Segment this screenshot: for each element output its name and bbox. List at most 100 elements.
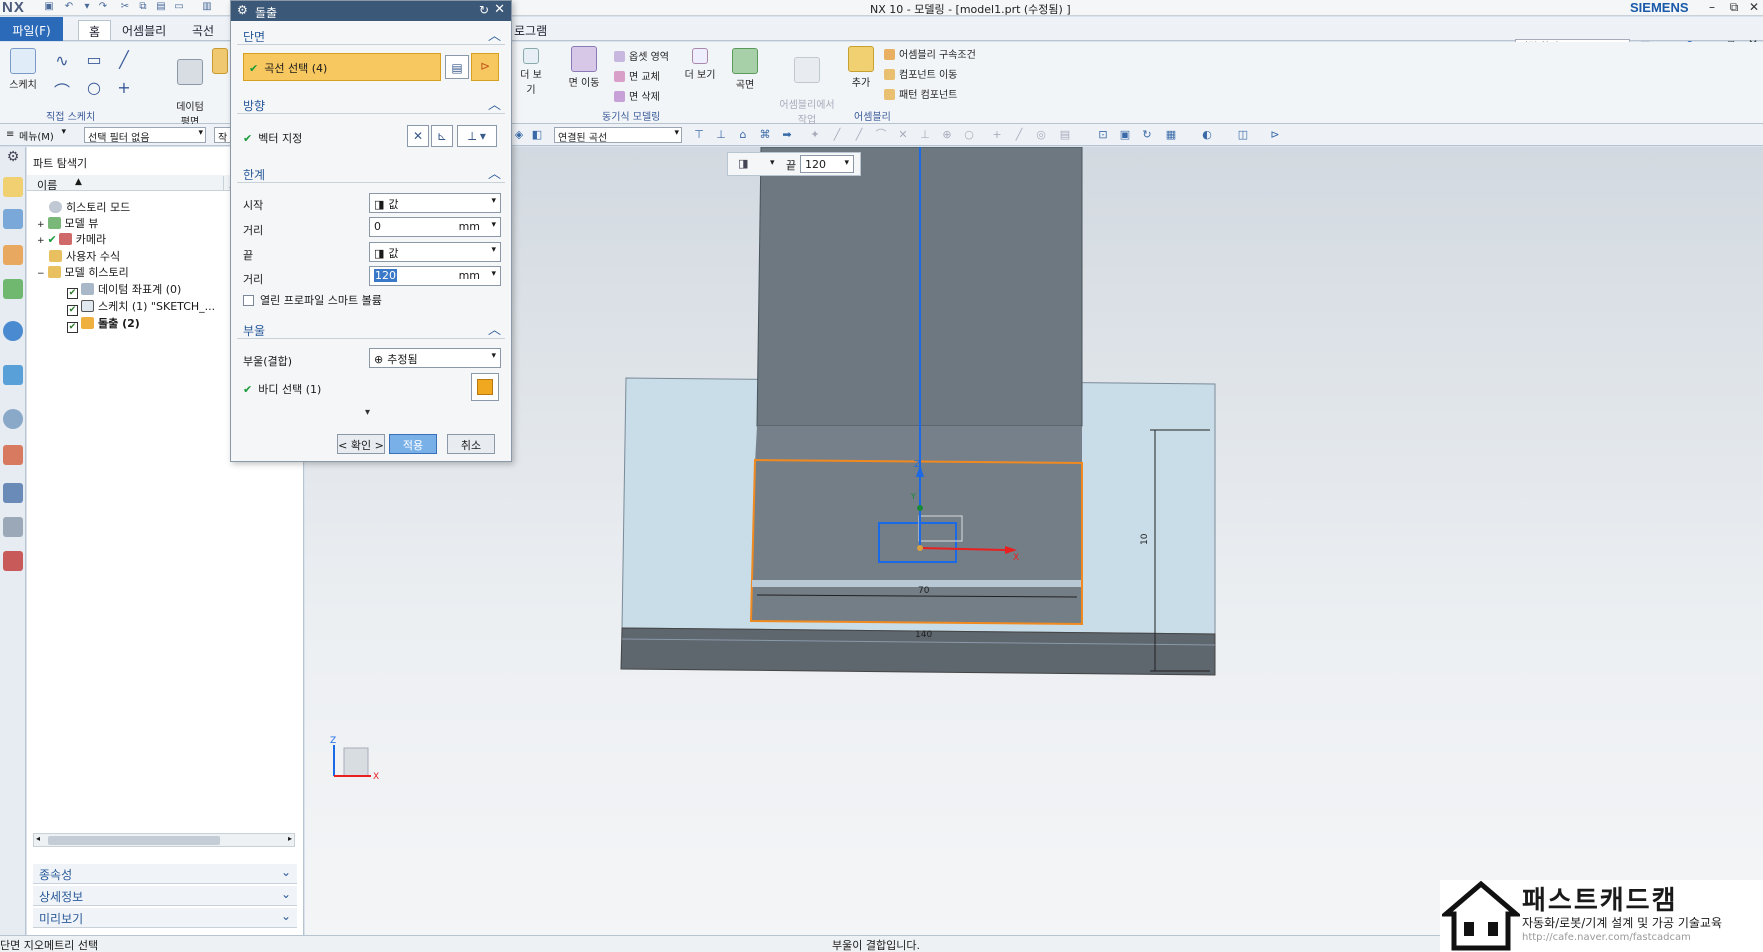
vector-dialog-button[interactable]: ⊾: [431, 125, 453, 147]
delete-face-button[interactable]: 면 삭제: [614, 88, 660, 103]
history-clock-icon[interactable]: [3, 409, 23, 429]
spline-icon[interactable]: ∿: [52, 50, 72, 70]
column-name[interactable]: 이름: [37, 177, 57, 193]
render-style-icon[interactable]: ▦: [1164, 128, 1178, 142]
tab-curve[interactable]: 곡선: [182, 20, 224, 40]
end-distance-input[interactable]: 120 mm ▾: [369, 266, 501, 286]
snap-quadrant-icon[interactable]: ○: [962, 128, 976, 142]
system-materials-icon[interactable]: [3, 445, 23, 465]
reuse-library-icon[interactable]: [3, 279, 23, 299]
graphics-viewport[interactable]: 70 140 10 Z Y X Z X: [305, 147, 1763, 935]
copy-icon[interactable]: ⧉: [136, 1, 150, 14]
boolean-header[interactable]: 부울 ︿: [237, 319, 505, 339]
open-profile-row[interactable]: 열린 프로파일 스마트 볼륨: [243, 292, 382, 308]
point-icon[interactable]: +: [114, 78, 134, 98]
web-browser-icon[interactable]: [3, 365, 23, 385]
curve-rule-select[interactable]: 연결된 곡선 ▾: [554, 127, 682, 144]
close-icon[interactable]: ✕: [494, 2, 505, 17]
undo-dropdown-icon[interactable]: ▾: [80, 1, 94, 14]
sort-ascending-icon[interactable]: ▲: [75, 177, 82, 187]
circle-icon[interactable]: ○: [84, 78, 104, 98]
snap-tangent-icon[interactable]: ◎: [1034, 128, 1048, 142]
specify-vector-row[interactable]: ✔ 벡터 지정: [243, 130, 302, 146]
boolean-type-select[interactable]: ⊕ 추정됨 ▾: [369, 348, 501, 368]
expand-icon[interactable]: +: [37, 220, 45, 230]
save-icon[interactable]: ▣: [42, 1, 56, 14]
start-type-select[interactable]: ◨ 값 ▾: [369, 193, 501, 213]
snap-point-icon[interactable]: +: [990, 128, 1004, 142]
select-body-button[interactable]: [471, 373, 499, 401]
dialog-gear-icon[interactable]: ⚙: [237, 3, 248, 17]
tab-assembly[interactable]: 어셈블리: [112, 20, 176, 40]
start-distance-input[interactable]: 0 mm ▾: [369, 217, 501, 237]
expand-icon[interactable]: +: [37, 236, 45, 246]
snap-face-icon[interactable]: ◈: [512, 128, 526, 142]
scroll-left-icon[interactable]: ◂: [36, 834, 40, 843]
dimension-10[interactable]: 10: [1140, 533, 1150, 545]
snap-intersection-icon[interactable]: ✕: [896, 128, 910, 142]
select-curve-field[interactable]: ✔ 곡선 선택 (4): [243, 53, 441, 81]
edge-display-icon[interactable]: ◐: [1200, 128, 1214, 142]
rotate-view-icon[interactable]: ↻: [1140, 128, 1154, 142]
cancel-button[interactable]: 취소: [447, 434, 495, 454]
stop-at-intersection-icon[interactable]: ⊤: [692, 128, 706, 142]
tab-file[interactable]: 파일(F): [0, 17, 63, 41]
settings-gear-icon[interactable]: ⚙: [3, 149, 23, 169]
minimize-icon[interactable]: –: [1703, 0, 1721, 15]
follow-fillet-icon[interactable]: ⊥: [714, 128, 728, 142]
tree-cameras[interactable]: + ✔ 카메라: [37, 231, 106, 248]
manufacturing-wizard-icon[interactable]: [3, 517, 23, 537]
tree-model-history[interactable]: − 모델 히스토리: [37, 264, 129, 281]
collapse-icon[interactable]: −: [37, 269, 45, 279]
select-curve-button[interactable]: ⊳: [471, 53, 499, 81]
direction-header[interactable]: 방향 ︿: [237, 94, 505, 114]
feature-tree-icon[interactable]: ⌘: [758, 128, 772, 142]
apply-button[interactable]: 적용: [389, 434, 437, 454]
reverse-direction-button[interactable]: ✕: [407, 125, 429, 147]
rectangle-icon[interactable]: ▭: [84, 50, 104, 70]
snap-line-icon[interactable]: ╱: [1012, 128, 1026, 142]
move-component-button[interactable]: 컴포넌트 이동: [884, 66, 957, 81]
zoom-window-icon[interactable]: ▣: [1118, 128, 1132, 142]
arc-icon[interactable]: ⌒: [52, 78, 72, 101]
tree-sketch[interactable]: ✔ 스케치 (1) "SKETCH_...: [67, 298, 215, 316]
window-icon[interactable]: ▭: [172, 1, 186, 14]
snap-face-point-icon[interactable]: ▤: [1058, 128, 1072, 142]
redo-icon[interactable]: ↷: [96, 1, 110, 14]
model-view[interactable]: 70 140 10 Z Y X Z X: [305, 147, 1763, 935]
arrow-right-icon[interactable]: ➡: [780, 128, 794, 142]
tree-extrude[interactable]: ✔ 돌출 (2): [67, 315, 140, 333]
sketch-button[interactable]: 스케치: [6, 48, 40, 91]
snap-midpoint-icon[interactable]: ╱: [830, 128, 844, 142]
dimension-70[interactable]: 70: [918, 586, 930, 596]
scroll-right-icon[interactable]: ▸: [288, 834, 292, 843]
limits-header[interactable]: 한계 ︿: [237, 163, 505, 183]
end-value-input[interactable]: 120 ▾: [800, 155, 854, 173]
move-face-button[interactable]: 면 이동: [564, 46, 604, 89]
sketch-section-button[interactable]: ▤: [445, 55, 469, 79]
tab-home[interactable]: 홈: [78, 20, 112, 40]
snap-perpendicular-icon[interactable]: ⊥: [918, 128, 932, 142]
visibility-checkbox[interactable]: ✔: [67, 322, 78, 333]
part-navigator-icon[interactable]: [3, 245, 23, 265]
paste-icon[interactable]: ▤: [154, 1, 168, 14]
restore-icon[interactable]: ⧉: [1725, 0, 1743, 15]
snap-control-icon[interactable]: ╱: [852, 128, 866, 142]
surface-button[interactable]: 곡면: [728, 48, 762, 91]
more-view-button-2[interactable]: 더 보기: [682, 48, 718, 81]
section-profile[interactable]: [749, 458, 1083, 626]
orient-view-icon[interactable]: ◫: [1236, 128, 1250, 142]
clipping-icon[interactable]: ⊳: [1268, 128, 1282, 142]
reset-icon[interactable]: ↻: [479, 3, 489, 17]
roles-icon[interactable]: [3, 551, 23, 571]
more-options-icon[interactable]: ▾: [365, 407, 370, 418]
open-profile-checkbox[interactable]: [243, 295, 254, 306]
end-type-select[interactable]: ◨ 값 ▾: [369, 242, 501, 262]
navigator-hscrollbar[interactable]: ◂ ▸: [33, 833, 295, 847]
preview-panel[interactable]: 미리보기 ⌄: [33, 908, 297, 928]
book-icon[interactable]: ▥: [200, 1, 214, 14]
extrude-button[interactable]: [212, 48, 228, 76]
hd3d-tools-icon[interactable]: [3, 321, 23, 341]
process-studio-icon[interactable]: [3, 483, 23, 503]
assembly-navigator-icon[interactable]: [3, 177, 23, 197]
